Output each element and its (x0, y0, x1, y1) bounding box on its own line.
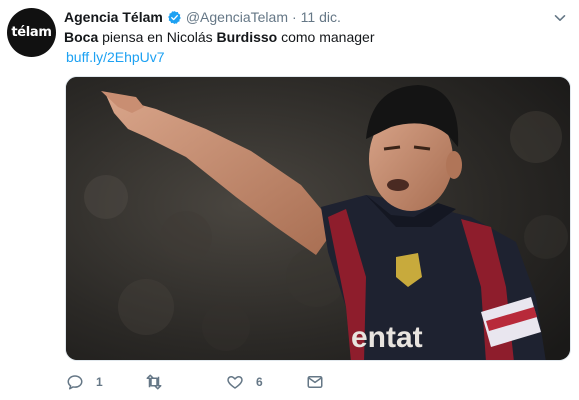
tweet-timestamp[interactable]: 11 dic. (301, 9, 341, 25)
photo-soccer-player-pointing: entat (66, 77, 570, 360)
tweet-actions: 1 6 (66, 372, 366, 394)
header-separator: · (291, 9, 297, 25)
like-count: 6 (256, 375, 263, 389)
retweet-button[interactable] (145, 372, 175, 392)
tweet-text-hashtag-boca: Boca (64, 29, 99, 45)
tweet-text: Boca piensa en Nicolás Burdisso como man… (64, 28, 375, 46)
tweet-link[interactable]: buff.ly/2EhpUv7 (66, 48, 165, 66)
tweet-media-photo[interactable]: entat (65, 76, 571, 361)
avatar-logo-text: télam (11, 25, 52, 40)
like-button[interactable]: 6 (226, 372, 263, 392)
jersey-sponsor-print: entat (351, 321, 423, 354)
author-avatar[interactable]: télam (7, 8, 56, 57)
reply-icon (67, 375, 83, 390)
tweet-header: Agencia Télam @AgenciaTelam · 11 dic. (64, 8, 341, 26)
reply-button[interactable]: 1 (66, 372, 103, 392)
retweet-icon (146, 374, 162, 390)
tweet-text-highlight-burdisso: Burdisso (216, 29, 278, 45)
chevron-down-icon[interactable] (554, 12, 566, 24)
author-handle[interactable]: @AgenciaTelam (186, 9, 288, 25)
tweet-text-segment: como manager (277, 29, 375, 45)
tweet-text-segment: piensa en Nicolás (98, 29, 217, 45)
envelope-icon (307, 376, 323, 388)
author-name[interactable]: Agencia Télam (64, 9, 163, 25)
reply-count: 1 (96, 375, 103, 389)
direct-message-button[interactable] (306, 372, 324, 392)
heart-icon (227, 376, 243, 389)
verified-badge-icon (168, 10, 181, 24)
